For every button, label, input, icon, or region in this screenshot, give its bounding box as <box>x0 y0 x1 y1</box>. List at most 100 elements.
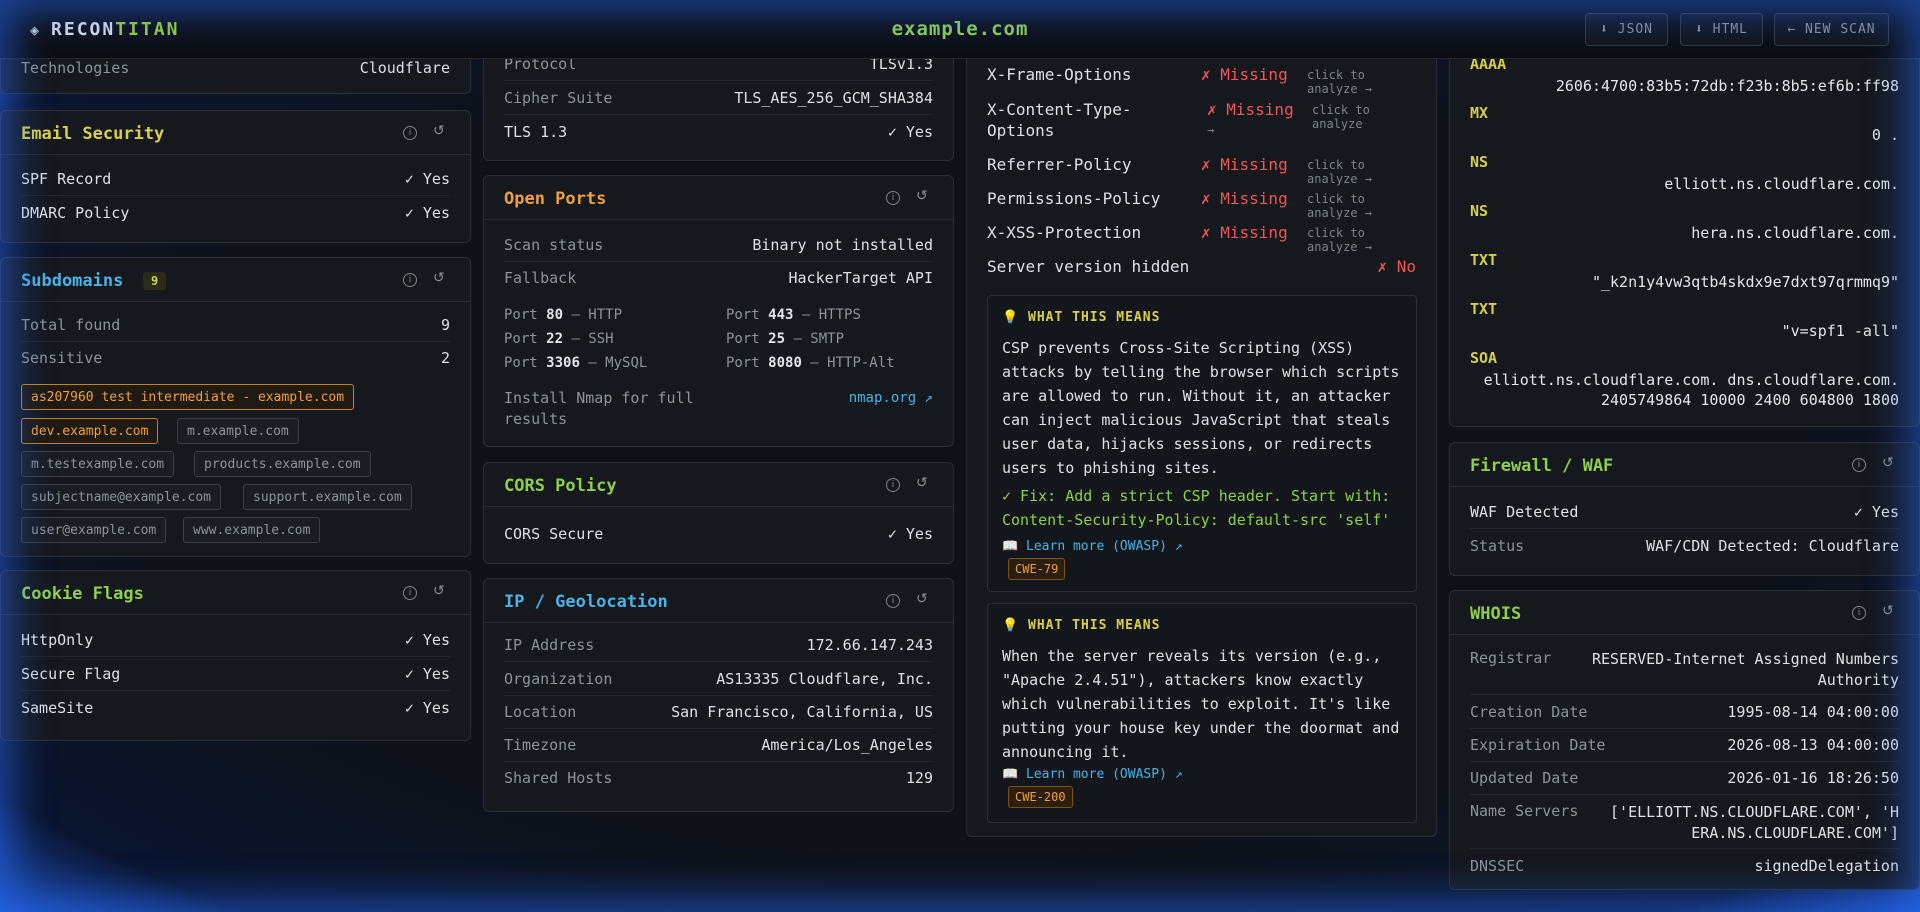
info-icon[interactable]: i <box>886 594 900 608</box>
ip-geolocation-header: IP / Geolocation i ↺ <box>484 579 953 623</box>
cipher-label: Cipher Suite <box>504 89 613 107</box>
total-found-row: Total found 9 <box>21 308 450 342</box>
nmap-link[interactable]: nmap.org ↗ <box>849 390 933 406</box>
port-item: Port 80 — HTTP <box>504 307 623 323</box>
waf-status-value: WAF/CDN Detected: Cloudflare <box>1646 537 1899 555</box>
owasp-link[interactable]: 📖 Learn more (OWASP) ↗ <box>1002 767 1183 782</box>
tls13-value: ✓ Yes <box>887 123 933 141</box>
info-icon[interactable]: i <box>1852 458 1866 472</box>
header-row-x-xss-protection[interactable]: X-XSS-Protection ✗ Missing click to anal… <box>987 223 1416 254</box>
open-ports-title: Open Ports <box>504 189 607 209</box>
what-this-means-title: 💡 WHAT THIS MEANS <box>1002 618 1161 633</box>
dns-type: SOA <box>1470 349 1498 367</box>
subdomain-chip[interactable]: m.example.com <box>177 418 299 444</box>
timezone-value: America/Los_Angeles <box>761 736 933 754</box>
expiration-date-value: 2026-08-13 04:00:00 <box>1727 736 1899 754</box>
download-html-button[interactable]: ⬇ HTML <box>1680 13 1763 46</box>
new-scan-button[interactable]: ← NEW SCAN <box>1774 13 1889 46</box>
expiration-date-label: Expiration Date <box>1470 736 1606 754</box>
dns-value: 0 . <box>1871 126 1899 144</box>
header-name: X-Content-Type- <box>987 100 1132 119</box>
header-name: X-Frame-Options <box>987 65 1132 84</box>
refresh-icon[interactable]: ↺ <box>916 591 928 607</box>
dns-type: TXT <box>1470 300 1498 318</box>
analyze-link[interactable]: click to analyze → <box>1307 226 1416 254</box>
spf-value: ✓ Yes <box>404 170 450 188</box>
explanation-text: When the server reveals its version (e.g… <box>1002 647 1400 761</box>
refresh-icon[interactable]: ↺ <box>433 123 445 139</box>
fallback-label: Fallback <box>504 269 577 287</box>
port-item: Port 25 — SMTP <box>726 331 845 347</box>
info-icon[interactable]: i <box>403 273 417 287</box>
email-security-card: Email Security i ↺ SPF Record ✓ Yes DMAR… <box>0 110 471 243</box>
subdomain-chip[interactable]: subjectname@example.com <box>21 484 222 510</box>
dnssec-label: DNSSEC <box>1470 857 1525 875</box>
subdomain-chip[interactable]: support.example.com <box>243 484 412 510</box>
samesite-row: SameSite ✓ Yes <box>21 691 450 725</box>
name-servers-label: Name Servers <box>1470 802 1579 820</box>
tls13-label: TLS 1.3 <box>504 123 568 141</box>
cwe-badge[interactable]: CWE-200 <box>1008 786 1073 808</box>
top-bar: ◈ RECONTITAN example.com ⬇ JSON ⬇ HTML ← … <box>0 0 1920 59</box>
dns-records-card: AAAA 2606:4700:83b5:72db:f23b:8b5:ef6b:f… <box>1449 30 1920 427</box>
analyze-link[interactable]: click to analyze → <box>1307 68 1416 96</box>
subdomain-chip[interactable]: products.example.com <box>194 451 371 477</box>
info-icon[interactable]: i <box>1852 606 1866 620</box>
open-ports-header: Open Ports i ↺ <box>484 176 953 220</box>
location-row: Location San Francisco, California, US <box>504 695 933 729</box>
scan-status-row: Scan status Binary not installed <box>504 228 933 262</box>
subdomains-header: Subdomains 9 i ↺ <box>1 258 470 302</box>
subdomain-chip[interactable]: dev.example.com <box>21 418 159 444</box>
dns-type: TXT <box>1470 251 1498 269</box>
expiration-date-row: Expiration Date 2026-08-13 04:00:00 <box>1470 728 1899 762</box>
shared-hosts-label: Shared Hosts <box>504 769 613 787</box>
header-row-x-frame-options[interactable]: X-Frame-Options ✗ Missing click to analy… <box>987 65 1416 96</box>
analyze-link[interactable]: click to analyze <box>1312 103 1416 131</box>
refresh-icon[interactable]: ↺ <box>433 583 445 599</box>
info-icon[interactable]: i <box>403 586 417 600</box>
subdomain-chip[interactable]: m.testexample.com <box>21 451 175 477</box>
sensitive-value: 2 <box>440 349 450 367</box>
server-version-row: Server version hidden ✗ No <box>987 257 1416 285</box>
subdomains-count-badge: 9 <box>143 272 167 290</box>
cwe-badge[interactable]: CWE-79 <box>1008 558 1066 580</box>
ip-address-row: IP Address 172.66.147.243 <box>504 628 933 662</box>
header-row-x-content-type-options[interactable]: X-Content-Type- Options ✗ Missing click … <box>987 100 1416 148</box>
subdomain-chip[interactable]: www.example.com <box>183 517 321 543</box>
cors-policy-title: CORS Policy <box>504 476 617 496</box>
dns-type: MX <box>1470 104 1489 122</box>
refresh-icon[interactable]: ↺ <box>1882 603 1894 619</box>
analyze-arrow[interactable]: → <box>1207 123 1214 137</box>
subdomain-chip[interactable]: as207960 test intermediate - example.com <box>21 384 355 410</box>
fallback-value: HackerTarget API <box>788 269 934 287</box>
server-version-label: Server version hidden <box>987 257 1190 276</box>
refresh-icon[interactable]: ↺ <box>433 270 445 286</box>
analyze-link[interactable]: click to analyze → <box>1307 192 1416 220</box>
cors-secure-label: CORS Secure <box>504 525 604 543</box>
what-this-means-title: 💡 WHAT THIS MEANS <box>1002 310 1161 325</box>
header-row-permissions-policy[interactable]: Permissions-Policy ✗ Missing click to an… <box>987 189 1416 220</box>
header-status: ✗ Missing <box>1201 189 1288 208</box>
owasp-link[interactable]: 📖 Learn more (OWASP) ↗ <box>1002 539 1183 554</box>
refresh-icon[interactable]: ↺ <box>916 475 928 491</box>
subdomains-title: Subdomains <box>21 271 124 291</box>
refresh-icon[interactable]: ↺ <box>1882 455 1894 471</box>
server-version-explanation-box: 💡 WHAT THIS MEANS When the server reveal… <box>987 603 1417 823</box>
dns-type: NS <box>1470 153 1489 171</box>
header-row-referrer-policy[interactable]: Referrer-Policy ✗ Missing click to analy… <box>987 155 1416 186</box>
info-icon[interactable]: i <box>403 126 417 140</box>
csp-explanation-box: 💡 WHAT THIS MEANS CSP prevents Cross-Sit… <box>987 295 1417 592</box>
info-icon[interactable]: i <box>886 191 900 205</box>
cors-policy-header: CORS Policy i ↺ <box>484 463 953 507</box>
refresh-icon[interactable]: ↺ <box>916 188 928 204</box>
analyze-link[interactable]: click to analyze → <box>1307 158 1416 186</box>
secure-flag-value: ✓ Yes <box>404 665 450 683</box>
info-icon[interactable]: i <box>886 478 900 492</box>
download-json-button[interactable]: ⬇ JSON <box>1585 13 1668 46</box>
organization-row: Organization AS13335 Cloudflare, Inc. <box>504 662 933 696</box>
dnssec-row: DNSSEC signedDelegation <box>1470 849 1899 883</box>
total-found-value: 9 <box>440 316 450 334</box>
updated-date-row: Updated Date 2026-01-16 18:26:50 <box>1470 761 1899 795</box>
firewall-waf-card: Firewall / WAF i ↺ WAF Detected ✓ Yes St… <box>1449 442 1920 576</box>
subdomain-chip[interactable]: user@example.com <box>21 517 167 543</box>
